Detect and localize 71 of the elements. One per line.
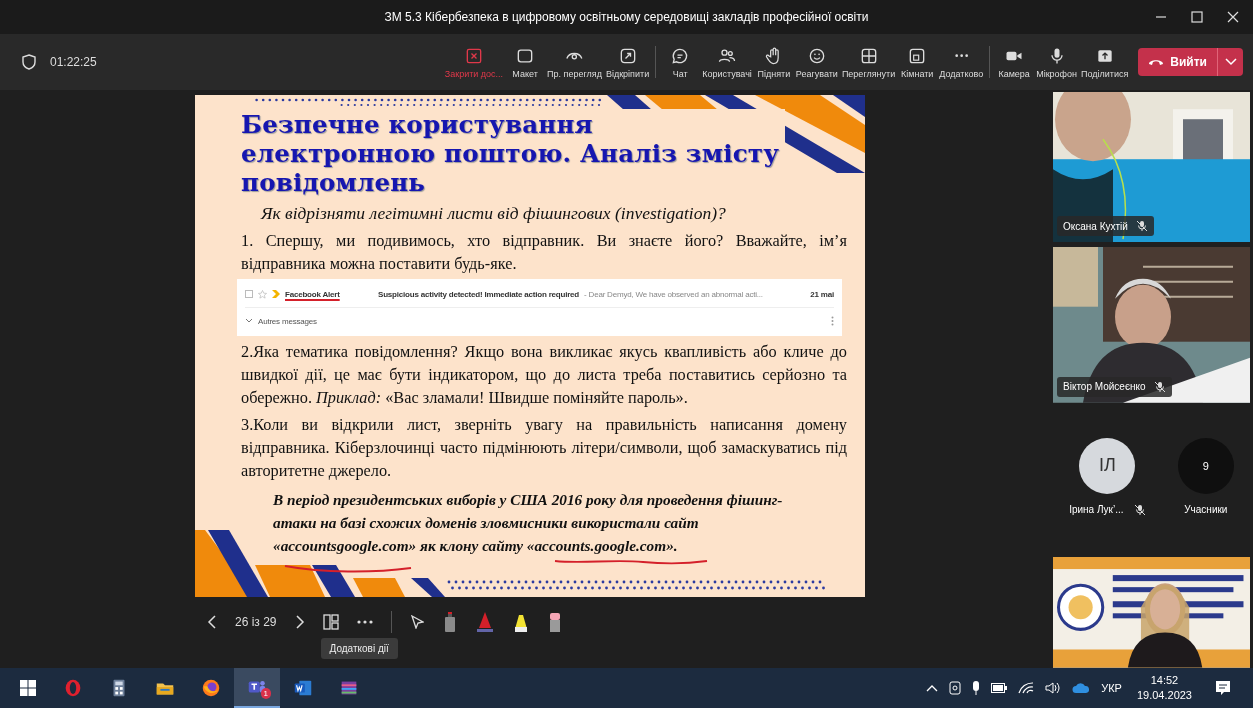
email-sender: Facebook Alert (285, 289, 341, 299)
star-icon (258, 289, 267, 299)
participant-name: Віктор Мойсеєнко (1063, 381, 1146, 393)
toolbar-button[interactable]: Поділитися (1078, 41, 1131, 83)
language-indicator[interactable]: УКР (1101, 682, 1122, 694)
shield-icon (22, 54, 36, 70)
leave-options-button[interactable] (1217, 48, 1243, 76)
slide-paragraph: 1. Спершу, ми подивимось, хто відправник. Ви знаєте його? Вважайте, ім’я відправника можна поставити будь-яке. (241, 230, 847, 275)
meeting-timer: 01:22:25 (50, 55, 97, 69)
slide-counter: 26 із 29 (235, 615, 277, 629)
clock-time[interactable]: 14:52 (1150, 673, 1179, 688)
taskbar-app[interactable]: 1 (234, 668, 280, 708)
slide-note: В період президентських виборів у США 2016 року для проведення фішинг-атаки на базі схожих доменів зловмисники використали сайт «accountsgoogle.com» як клону сайту «accounts.google.com». (273, 490, 784, 556)
email-group-label: Autres messages (258, 316, 317, 326)
window-title: ЗМ 5.3 Кібербезпека в цифровому освітньому середовищі закладів професійної освіти (384, 10, 869, 24)
tooltip: Додаткові дії (320, 638, 398, 659)
eraser-icon[interactable] (547, 611, 562, 633)
toolbar-button[interactable]: Чат (660, 41, 701, 83)
avatar: ІЛ (1079, 437, 1136, 494)
email-subject: Suspicious activity detected! Immediate action required (378, 289, 580, 299)
toolbar-button[interactable]: Переглянути (839, 41, 898, 83)
toolbar-button[interactable]: Відкріпити (603, 41, 652, 83)
toolbar-button[interactable]: Реагувати (793, 41, 840, 83)
more-icon[interactable] (356, 620, 373, 624)
slide-subtitle: Як відрізняти легітимні листи від фішингових (investigation)? (261, 202, 727, 225)
slide-title: Безпечне користування електронною поштою. Аналіз змісту повідомлень (241, 110, 780, 197)
clock-date[interactable]: 19.04.2023 (1136, 688, 1192, 703)
importance-marker-icon (272, 290, 280, 298)
wifi-icon[interactable] (1018, 682, 1035, 694)
checkbox-icon (245, 290, 253, 298)
slide-paragraph: 2.Яка тематика повідомлення? Якщо вона викликає якусь квапливість або кличе до швидкої дії, це має бути індикатором, що до листа треба поставитись серйозно та обережно. Приклад: «Вас зламали! Швидше поміняйте пароль». (241, 341, 847, 409)
email-preview: - Dear Demyd, We have observed an abnormal acti... (584, 289, 763, 299)
toolbar-button[interactable]: Мікрофон (1034, 41, 1079, 83)
toolbar-button[interactable]: Макет (505, 41, 546, 83)
phone-icon (1148, 57, 1165, 67)
camera-icon[interactable] (949, 681, 962, 695)
leave-button[interactable]: Вийти (1138, 48, 1217, 76)
pen-icon[interactable] (475, 611, 494, 633)
kebab-icon (831, 316, 834, 326)
participants-count-button[interactable]: 9 (1177, 437, 1234, 494)
chevron-down-icon (1224, 58, 1237, 66)
notifications-icon[interactable] (1215, 680, 1231, 696)
pointer-icon[interactable] (409, 615, 424, 629)
eye-icon (566, 50, 583, 61)
notification-badge: 1 (260, 688, 271, 699)
toolbar-button[interactable]: Закрити дос... (442, 41, 506, 83)
slides-grid-icon[interactable] (322, 614, 339, 630)
toolbar-button[interactable]: Камера (994, 41, 1035, 83)
speaker-icon[interactable] (1045, 682, 1062, 694)
maximize-icon[interactable] (1191, 11, 1203, 23)
windows-logo-icon[interactable] (20, 680, 36, 696)
previous-slide-icon[interactable] (207, 615, 217, 629)
close-icon[interactable] (1227, 11, 1239, 23)
participant-name: Ірина Лук’... (1069, 504, 1124, 516)
next-slide-icon[interactable] (294, 615, 305, 629)
participant-name: Учасники (1184, 503, 1228, 515)
toolbar-button[interactable]: Додатково (937, 41, 986, 83)
toolbar-button[interactable]: Підняти (753, 41, 794, 83)
slide-paragraph: 3.Коли ви відкрили лист, зверніть увагу на правильність написання домену відправника. Кіберзлочинці часто підмінюють літери/символи, щоб замаскуватись під авторитетне джерело. (241, 414, 847, 482)
chevron-up-icon[interactable] (926, 684, 939, 692)
more-icon (954, 53, 968, 58)
email-date: 21 mai (810, 289, 834, 299)
toolbar-button[interactable]: Пр. перегляд (545, 41, 604, 83)
toolbar-button[interactable]: Кімнати (897, 41, 938, 83)
firefox-icon (200, 677, 222, 699)
chevron-down-icon (245, 318, 253, 324)
participant-name: Оксана Кухтій (1063, 220, 1128, 232)
microphone-icon[interactable] (972, 681, 981, 695)
toolbar-button[interactable]: Користувачі (700, 41, 754, 83)
battery-icon[interactable] (991, 683, 1008, 693)
cloud-icon[interactable] (1072, 683, 1091, 693)
